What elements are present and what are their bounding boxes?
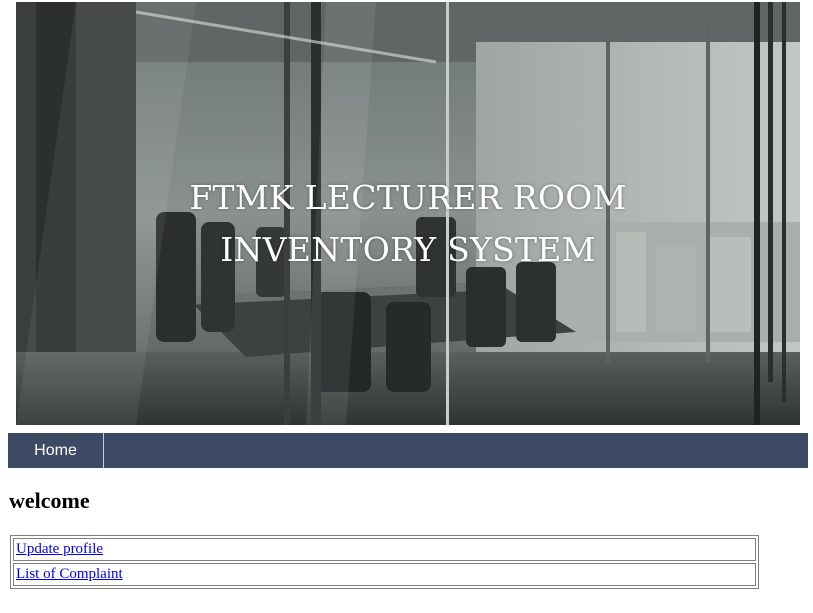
links-table: Update profile List of Complaint xyxy=(10,535,759,589)
table-cell: List of Complaint xyxy=(13,563,756,586)
update-profile-link[interactable]: Update profile xyxy=(16,541,103,557)
table-row: List of Complaint xyxy=(13,563,756,586)
nav-item-home[interactable]: Home xyxy=(8,433,104,468)
banner-title-line-2: INVENTORY SYSTEM xyxy=(220,230,596,269)
page: FTMK LECTURER ROOM INVENTORY SYSTEM Home… xyxy=(0,0,813,613)
table-row: Update profile xyxy=(13,538,756,561)
navbar: Home xyxy=(8,433,808,468)
banner-title: FTMK LECTURER ROOM INVENTORY SYSTEM xyxy=(16,172,800,276)
table-cell: Update profile xyxy=(13,538,756,561)
banner: FTMK LECTURER ROOM INVENTORY SYSTEM xyxy=(16,2,800,425)
banner-title-line-1: FTMK LECTURER ROOM xyxy=(189,178,627,217)
page-heading: welcome xyxy=(9,488,90,513)
list-of-complaint-link[interactable]: List of Complaint xyxy=(16,566,123,582)
